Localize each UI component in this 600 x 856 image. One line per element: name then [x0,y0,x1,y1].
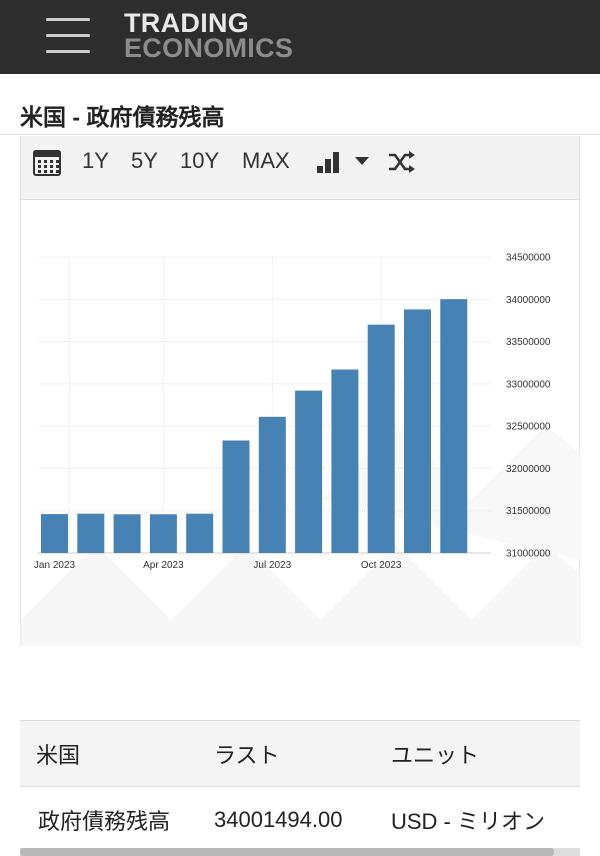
chart-bar[interactable] [440,299,468,553]
indicator-name[interactable]: 政府債務残高 [20,786,200,853]
page-title: 米国 - 政府債務残高 [20,104,225,130]
summary-table: 米国 ラスト ユニット 政府債務残高 34001494.00 USD - ミリオ… [20,720,580,853]
caret-down-icon[interactable] [354,156,370,166]
y-tick-label: 33000000 [506,379,551,390]
chart-bar[interactable] [258,416,286,553]
chart-bar[interactable] [77,513,105,553]
chart-bar[interactable] [295,390,323,553]
y-tick-label: 31000000 [506,549,551,560]
chart-bar[interactable] [367,324,395,553]
x-tick-label: Apr 2023 [143,560,184,571]
debt-bar-chart: Jan 2023 Apr 2023 Jul 2023 Oct 2023 3100000… [21,253,581,646]
chart-bar[interactable] [149,514,177,553]
scrollbar-thumb[interactable] [20,848,554,856]
chart-bar[interactable] [113,514,141,553]
hamburger-menu-icon[interactable] [46,18,92,54]
y-tick-label: 34000000 [506,295,551,306]
bar-chart-icon[interactable] [315,150,343,174]
table-row[interactable]: 政府債務残高 34001494.00 USD - ミリオン [20,786,580,853]
chart-bar[interactable] [186,513,214,553]
x-tick-label: Jul 2023 [253,560,291,571]
horizontal-scrollbar[interactable] [20,848,580,856]
range-10y-button[interactable]: 10Y [180,148,219,174]
summary-table-header: 米国 ラスト ユニット [20,720,580,787]
header-country: 米国 [20,720,200,787]
y-tick-label: 33500000 [506,337,551,348]
chart-bar[interactable] [404,309,431,553]
y-tick-label: 34500000 [506,253,551,264]
top-navigation-bar: TRADING ECONOMICS [0,0,600,74]
chart-bar[interactable] [222,440,250,553]
x-tick-label: Oct 2023 [361,560,402,571]
header-unit: ユニット [375,720,580,787]
calendar-icon[interactable] [33,150,61,176]
y-tick-label: 32500000 [506,422,551,433]
range-5y-button[interactable]: 5Y [131,148,158,174]
y-axis-labels: 31000000 31500000 32000000 32500000 33000000… [506,253,551,560]
range-max-button[interactable]: MAX [242,148,290,174]
shuffle-icon[interactable] [387,148,417,176]
unit-value: USD - ミリオン [375,786,580,853]
y-tick-label: 32000000 [506,464,551,475]
chart-toolbar: 1Y 5Y 10Y MAX [20,136,580,200]
y-tick-label: 31500000 [506,506,551,517]
chart-bar[interactable] [331,369,359,553]
chart-container: Jan 2023 Apr 2023 Jul 2023 Oct 2023 3100000… [20,200,581,646]
last-value: 34001494.00 [200,786,375,853]
chart-bar[interactable] [41,514,68,553]
header-last: ラスト [200,720,375,787]
logo-line-2: ECONOMICS [124,33,294,63]
range-1y-button[interactable]: 1Y [82,148,109,174]
x-tick-label: Jan 2023 [34,560,76,571]
title-divider [0,134,600,135]
site-logo[interactable]: TRADING ECONOMICS [124,10,324,63]
